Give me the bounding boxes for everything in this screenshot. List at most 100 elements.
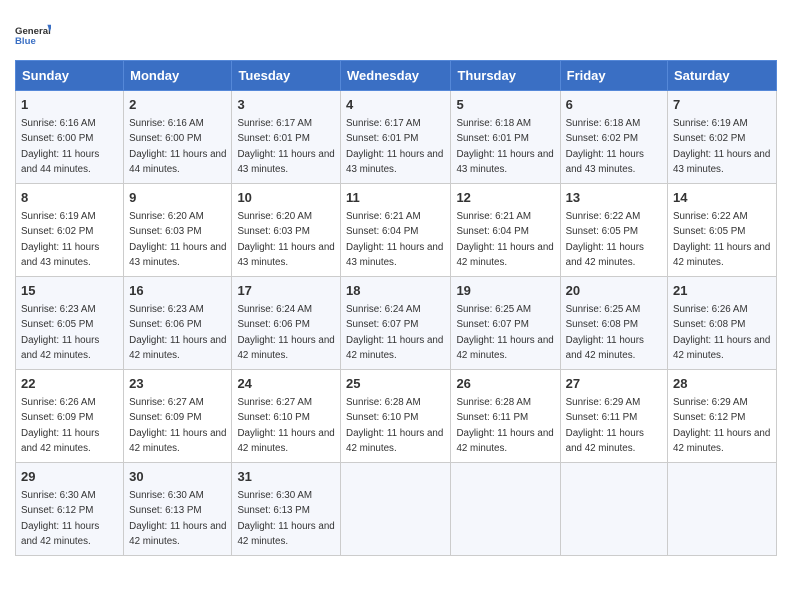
calendar-cell: 14 Sunrise: 6:22 AMSunset: 6:05 PMDaylig… (668, 184, 777, 277)
day-number: 4 (346, 96, 445, 114)
day-info: Sunrise: 6:21 AMSunset: 6:04 PMDaylight:… (346, 211, 443, 268)
calendar-cell: 22 Sunrise: 6:26 AMSunset: 6:09 PMDaylig… (16, 370, 124, 463)
day-info: Sunrise: 6:30 AMSunset: 6:12 PMDaylight:… (21, 490, 99, 547)
calendar-cell: 24 Sunrise: 6:27 AMSunset: 6:10 PMDaylig… (232, 370, 341, 463)
calendar-cell: 1 Sunrise: 6:16 AMSunset: 6:00 PMDayligh… (16, 91, 124, 184)
day-number: 2 (129, 96, 226, 114)
calendar-cell: 10 Sunrise: 6:20 AMSunset: 6:03 PMDaylig… (232, 184, 341, 277)
day-number: 25 (346, 375, 445, 393)
calendar-cell: 27 Sunrise: 6:29 AMSunset: 6:11 PMDaylig… (560, 370, 667, 463)
day-number: 7 (673, 96, 771, 114)
day-number: 21 (673, 282, 771, 300)
day-number: 30 (129, 468, 226, 486)
day-info: Sunrise: 6:23 AMSunset: 6:05 PMDaylight:… (21, 304, 99, 361)
day-info: Sunrise: 6:22 AMSunset: 6:05 PMDaylight:… (673, 211, 770, 268)
day-info: Sunrise: 6:19 AMSunset: 6:02 PMDaylight:… (673, 118, 770, 175)
calendar-header-monday: Monday (124, 61, 232, 91)
calendar-cell: 25 Sunrise: 6:28 AMSunset: 6:10 PMDaylig… (341, 370, 451, 463)
day-info: Sunrise: 6:17 AMSunset: 6:01 PMDaylight:… (346, 118, 443, 175)
day-info: Sunrise: 6:25 AMSunset: 6:08 PMDaylight:… (566, 304, 644, 361)
day-number: 26 (456, 375, 554, 393)
calendar-cell: 5 Sunrise: 6:18 AMSunset: 6:01 PMDayligh… (451, 91, 560, 184)
day-info: Sunrise: 6:26 AMSunset: 6:08 PMDaylight:… (673, 304, 770, 361)
day-info: Sunrise: 6:26 AMSunset: 6:09 PMDaylight:… (21, 397, 99, 454)
calendar-cell: 20 Sunrise: 6:25 AMSunset: 6:08 PMDaylig… (560, 277, 667, 370)
calendar-cell: 4 Sunrise: 6:17 AMSunset: 6:01 PMDayligh… (341, 91, 451, 184)
calendar-cell: 15 Sunrise: 6:23 AMSunset: 6:05 PMDaylig… (16, 277, 124, 370)
day-number: 22 (21, 375, 118, 393)
day-number: 31 (237, 468, 335, 486)
day-number: 12 (456, 189, 554, 207)
calendar-cell (451, 463, 560, 556)
day-info: Sunrise: 6:28 AMSunset: 6:10 PMDaylight:… (346, 397, 443, 454)
calendar-header-friday: Friday (560, 61, 667, 91)
day-info: Sunrise: 6:16 AMSunset: 6:00 PMDaylight:… (129, 118, 226, 175)
calendar-cell (668, 463, 777, 556)
day-number: 6 (566, 96, 662, 114)
day-number: 24 (237, 375, 335, 393)
day-number: 14 (673, 189, 771, 207)
day-info: Sunrise: 6:18 AMSunset: 6:01 PMDaylight:… (456, 118, 553, 175)
day-info: Sunrise: 6:27 AMSunset: 6:09 PMDaylight:… (129, 397, 226, 454)
day-number: 19 (456, 282, 554, 300)
day-number: 27 (566, 375, 662, 393)
day-number: 15 (21, 282, 118, 300)
day-info: Sunrise: 6:16 AMSunset: 6:00 PMDaylight:… (21, 118, 99, 175)
calendar-cell: 8 Sunrise: 6:19 AMSunset: 6:02 PMDayligh… (16, 184, 124, 277)
day-info: Sunrise: 6:18 AMSunset: 6:02 PMDaylight:… (566, 118, 644, 175)
day-number: 23 (129, 375, 226, 393)
calendar-header-thursday: Thursday (451, 61, 560, 91)
day-info: Sunrise: 6:24 AMSunset: 6:07 PMDaylight:… (346, 304, 443, 361)
day-info: Sunrise: 6:29 AMSunset: 6:12 PMDaylight:… (673, 397, 770, 454)
calendar-cell: 3 Sunrise: 6:17 AMSunset: 6:01 PMDayligh… (232, 91, 341, 184)
calendar-week-row: 29 Sunrise: 6:30 AMSunset: 6:12 PMDaylig… (16, 463, 777, 556)
calendar-cell: 7 Sunrise: 6:19 AMSunset: 6:02 PMDayligh… (668, 91, 777, 184)
day-number: 5 (456, 96, 554, 114)
day-number: 3 (237, 96, 335, 114)
svg-text:Blue: Blue (15, 36, 36, 47)
day-info: Sunrise: 6:21 AMSunset: 6:04 PMDaylight:… (456, 211, 553, 268)
day-number: 18 (346, 282, 445, 300)
svg-text:General: General (15, 26, 51, 37)
calendar-cell: 6 Sunrise: 6:18 AMSunset: 6:02 PMDayligh… (560, 91, 667, 184)
calendar-week-row: 22 Sunrise: 6:26 AMSunset: 6:09 PMDaylig… (16, 370, 777, 463)
calendar-cell: 11 Sunrise: 6:21 AMSunset: 6:04 PMDaylig… (341, 184, 451, 277)
day-number: 8 (21, 189, 118, 207)
calendar-week-row: 15 Sunrise: 6:23 AMSunset: 6:05 PMDaylig… (16, 277, 777, 370)
calendar-week-row: 1 Sunrise: 6:16 AMSunset: 6:00 PMDayligh… (16, 91, 777, 184)
calendar-cell: 23 Sunrise: 6:27 AMSunset: 6:09 PMDaylig… (124, 370, 232, 463)
day-number: 10 (237, 189, 335, 207)
calendar-cell: 18 Sunrise: 6:24 AMSunset: 6:07 PMDaylig… (341, 277, 451, 370)
calendar-cell: 30 Sunrise: 6:30 AMSunset: 6:13 PMDaylig… (124, 463, 232, 556)
day-number: 17 (237, 282, 335, 300)
calendar-header-saturday: Saturday (668, 61, 777, 91)
day-number: 1 (21, 96, 118, 114)
day-info: Sunrise: 6:27 AMSunset: 6:10 PMDaylight:… (237, 397, 334, 454)
day-info: Sunrise: 6:19 AMSunset: 6:02 PMDaylight:… (21, 211, 99, 268)
day-number: 20 (566, 282, 662, 300)
calendar-cell: 28 Sunrise: 6:29 AMSunset: 6:12 PMDaylig… (668, 370, 777, 463)
day-info: Sunrise: 6:22 AMSunset: 6:05 PMDaylight:… (566, 211, 644, 268)
calendar-header-wednesday: Wednesday (341, 61, 451, 91)
calendar-cell: 19 Sunrise: 6:25 AMSunset: 6:07 PMDaylig… (451, 277, 560, 370)
calendar-cell: 16 Sunrise: 6:23 AMSunset: 6:06 PMDaylig… (124, 277, 232, 370)
day-info: Sunrise: 6:28 AMSunset: 6:11 PMDaylight:… (456, 397, 553, 454)
day-info: Sunrise: 6:30 AMSunset: 6:13 PMDaylight:… (237, 490, 334, 547)
day-number: 13 (566, 189, 662, 207)
day-info: Sunrise: 6:20 AMSunset: 6:03 PMDaylight:… (237, 211, 334, 268)
calendar-cell (341, 463, 451, 556)
calendar-header-row: SundayMondayTuesdayWednesdayThursdayFrid… (16, 61, 777, 91)
day-info: Sunrise: 6:23 AMSunset: 6:06 PMDaylight:… (129, 304, 226, 361)
day-info: Sunrise: 6:24 AMSunset: 6:06 PMDaylight:… (237, 304, 334, 361)
calendar-cell: 21 Sunrise: 6:26 AMSunset: 6:08 PMDaylig… (668, 277, 777, 370)
day-number: 9 (129, 189, 226, 207)
calendar-cell: 12 Sunrise: 6:21 AMSunset: 6:04 PMDaylig… (451, 184, 560, 277)
day-info: Sunrise: 6:30 AMSunset: 6:13 PMDaylight:… (129, 490, 226, 547)
calendar-cell: 26 Sunrise: 6:28 AMSunset: 6:11 PMDaylig… (451, 370, 560, 463)
day-number: 16 (129, 282, 226, 300)
calendar-week-row: 8 Sunrise: 6:19 AMSunset: 6:02 PMDayligh… (16, 184, 777, 277)
calendar-header-tuesday: Tuesday (232, 61, 341, 91)
calendar-table: SundayMondayTuesdayWednesdayThursdayFrid… (15, 60, 777, 556)
day-number: 28 (673, 375, 771, 393)
page-header: General Blue (15, 10, 777, 54)
